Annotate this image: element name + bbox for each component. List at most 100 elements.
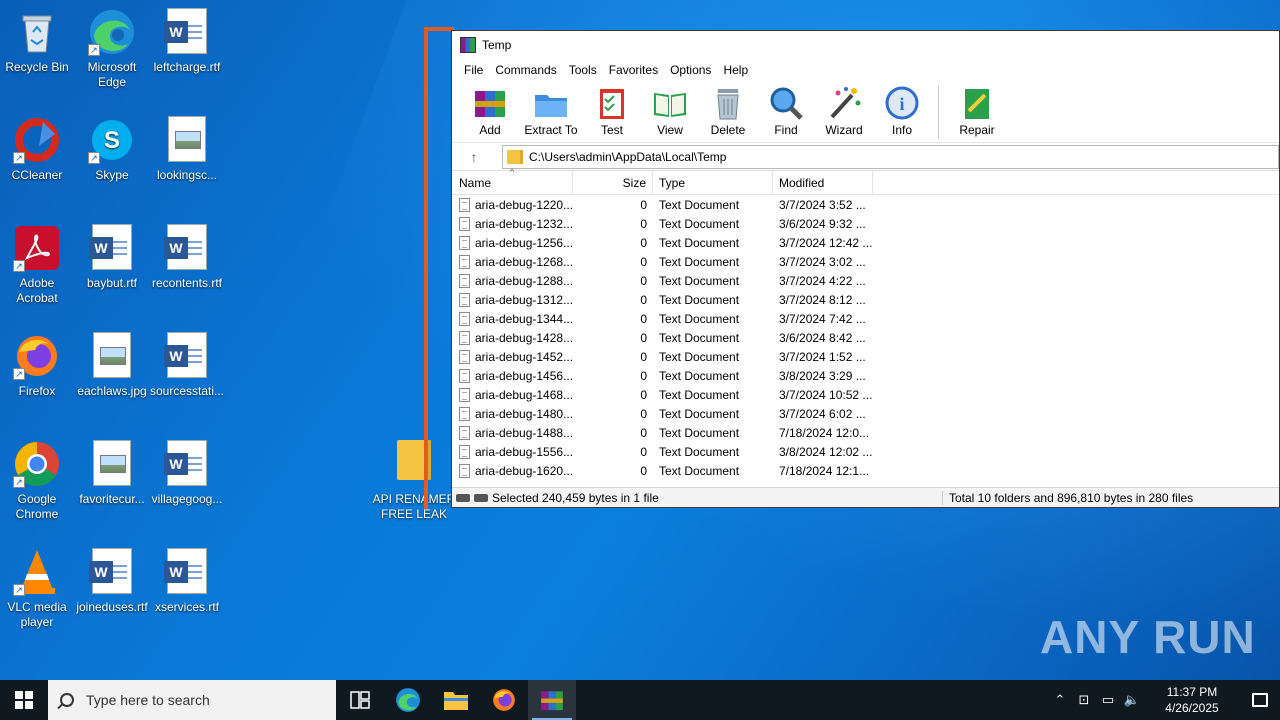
column-header-modified[interactable]: Modified (773, 170, 873, 195)
start-button[interactable] (0, 680, 48, 720)
notification-center-button[interactable] (1240, 680, 1280, 720)
file-type-cell: Text Document (659, 349, 740, 364)
menu-tools[interactable]: Tools (563, 63, 603, 77)
menu-options[interactable]: Options (664, 63, 717, 77)
desktop-icon-firefox[interactable]: ↗ Firefox (0, 332, 76, 399)
word-document-icon: W (164, 440, 207, 486)
shortcut-arrow-icon: ↗ (88, 152, 100, 164)
desktop-icon-xservices-rtf[interactable]: W xservices.rtf (148, 548, 226, 615)
desktop-icon-eachlaws-jpg[interactable]: eachlaws.jpg (73, 332, 151, 399)
taskbar: Type here to search ⌃ ⊡ ▭ 🔈 11:37 PM 4/2… (0, 680, 1280, 720)
test-button[interactable]: Test (584, 81, 640, 137)
path-field[interactable]: C:\Users\admin\AppData\Local\Temp (502, 144, 1279, 169)
shortcut-arrow-icon: ↗ (88, 44, 100, 56)
windows-logo-icon (15, 691, 33, 709)
shortcut-arrow-icon: ↗ (13, 260, 25, 272)
desktop-icon-favoritecur[interactable]: favoritecur... (73, 440, 151, 507)
text-file-icon (459, 444, 470, 459)
desktop-icon-vlc[interactable]: ↗ VLC media player (0, 548, 76, 630)
file-modified-cell: 3/7/2024 12:42 ... (779, 235, 873, 250)
desktop-icon-baybut-rtf[interactable]: W baybut.rtf (73, 224, 151, 291)
repair-button[interactable]: Repair (949, 81, 1005, 137)
desktop-icon-microsoft-edge[interactable]: ↗ Microsoft Edge (73, 8, 151, 90)
file-row[interactable]: aria-debug-1344... 0 Text Document 3/7/2024… (452, 309, 1279, 328)
desktop-icon-joineduses-rtf[interactable]: W joineduses.rtf (73, 548, 151, 615)
file-name-cell: aria-debug-1428... (452, 330, 573, 345)
file-row[interactable]: aria-debug-1268... 0 Text Document 3/7/2024… (452, 252, 1279, 271)
file-row[interactable]: aria-debug-1480... 0 Text Document 3/7/2024… (452, 404, 1279, 423)
file-modified-cell: 3/7/2024 1:52 ... (779, 349, 866, 364)
word-document-icon: W (89, 548, 132, 594)
desktop-icon-leftcharge-rtf[interactable]: W leftcharge.rtf (148, 8, 226, 75)
volume-icon[interactable]: 🔈 (1120, 692, 1144, 708)
menu-favorites[interactable]: Favorites (603, 63, 664, 77)
meet-now-icon[interactable]: ⊡ (1072, 692, 1096, 708)
taskbar-file-explorer-button[interactable] (432, 680, 480, 720)
image-file-icon (93, 440, 131, 486)
file-name-cell: aria-debug-1344... (452, 311, 573, 326)
sort-ascending-icon: ^ (510, 167, 515, 177)
file-row[interactable]: aria-debug-1556... 0 Text Document 3/8/2024… (452, 442, 1279, 461)
delete-button[interactable]: Delete (700, 81, 756, 137)
file-modified-cell: 3/7/2024 6:02 ... (779, 406, 866, 421)
chevron-up-icon[interactable]: ⌃ (1048, 692, 1072, 708)
desktop-icon-lookingsc[interactable]: lookingsc... (148, 116, 226, 183)
title-bar[interactable]: Temp (452, 31, 1279, 59)
desktop-icon-recontents-rtf[interactable]: W recontents.rtf (148, 224, 226, 291)
desktop-icon-api-renamer-folder[interactable]: API RENAMER FREE LEAK (372, 440, 456, 522)
file-row[interactable]: aria-debug-1620... 0 Text Document 7/18/202… (452, 461, 1279, 480)
ccleaner-icon: ↗ (13, 116, 61, 164)
network-icon[interactable]: ▭ (1096, 692, 1120, 708)
file-name-cell: aria-debug-1452... (452, 349, 573, 364)
column-header-size[interactable]: Size (573, 170, 653, 195)
view-button[interactable]: View (642, 81, 698, 137)
wizard-button[interactable]: Wizard (816, 81, 872, 137)
file-modified-cell: 3/7/2024 4:22 ... (779, 273, 866, 288)
text-file-icon (459, 425, 470, 440)
desktop-icon-ccleaner[interactable]: ↗ CCleaner (0, 116, 76, 183)
file-size-cell: 0 (640, 463, 647, 478)
desktop-icon-google-chrome[interactable]: ↗ Google Chrome (0, 440, 76, 522)
desktop-icon-sourcesstati[interactable]: W sourcesstati... (148, 332, 226, 399)
taskbar-edge-button[interactable] (384, 680, 432, 720)
add-button[interactable]: Add (462, 81, 518, 137)
file-size-cell: 0 (640, 349, 647, 364)
taskbar-clock[interactable]: 11:37 PM 4/26/2025 (1152, 684, 1232, 716)
file-type-cell: Text Document (659, 216, 740, 231)
file-row[interactable]: aria-debug-1232... 0 Text Document 3/6/2024… (452, 214, 1279, 233)
file-row[interactable]: aria-debug-1488... 0 Text Document 7/18/202… (452, 423, 1279, 442)
taskbar-firefox-button[interactable] (480, 680, 528, 720)
info-button[interactable]: i Info (874, 81, 930, 137)
up-arrow-icon[interactable]: ↑ (460, 146, 488, 168)
file-row[interactable]: aria-debug-1256... 0 Text Document 3/7/2024… (452, 233, 1279, 252)
column-header-type[interactable]: Type (653, 170, 773, 195)
desktop-icon-recycle-bin[interactable]: Recycle Bin (0, 8, 76, 75)
desktop-icon-skype[interactable]: S ↗ Skype (73, 116, 151, 183)
text-file-icon (459, 349, 470, 364)
menu-help[interactable]: Help (717, 63, 754, 77)
file-row[interactable]: aria-debug-1468... 0 Text Document 3/7/2024… (452, 385, 1279, 404)
firefox-icon: ↗ (13, 332, 61, 380)
desktop-icon-villagegoog[interactable]: W villagegoog... (148, 440, 226, 507)
extract-to-button[interactable]: Extract To (520, 81, 582, 137)
file-row[interactable]: aria-debug-1428... 0 Text Document 3/6/2024… (452, 328, 1279, 347)
file-row[interactable]: aria-debug-1452... 0 Text Document 3/7/2024… (452, 347, 1279, 366)
file-list[interactable]: aria-debug-1220... 0 Text Document 3/7/2024… (452, 195, 1279, 483)
taskbar-search-box[interactable]: Type here to search (48, 680, 336, 720)
file-name-cell: aria-debug-1620... (452, 463, 573, 478)
file-row[interactable]: aria-debug-1456... 0 Text Document 3/8/2024… (452, 366, 1279, 385)
file-row[interactable]: aria-debug-1312... 0 Text Document 3/7/2024… (452, 290, 1279, 309)
text-file-icon (459, 368, 470, 383)
desktop-icon-adobe-acrobat[interactable]: ↗ Adobe Acrobat (0, 224, 76, 306)
menu-file[interactable]: File (458, 63, 489, 77)
taskbar-winrar-button[interactable] (528, 680, 576, 720)
menu-commands[interactable]: Commands (489, 63, 562, 77)
winrar-window[interactable]: Temp File Commands Tools Favorites Optio… (451, 30, 1280, 508)
task-view-button[interactable] (336, 680, 384, 720)
desktop-icon-label: Google Chrome (15, 492, 59, 521)
file-row[interactable]: aria-debug-1220... 0 Text Document 3/7/2024… (452, 195, 1279, 214)
find-button[interactable]: Find (758, 81, 814, 137)
file-size-cell: 0 (640, 235, 647, 250)
menu-bar: File Commands Tools Favorites Options He… (452, 59, 1279, 81)
file-row[interactable]: aria-debug-1288... 0 Text Document 3/7/2024… (452, 271, 1279, 290)
